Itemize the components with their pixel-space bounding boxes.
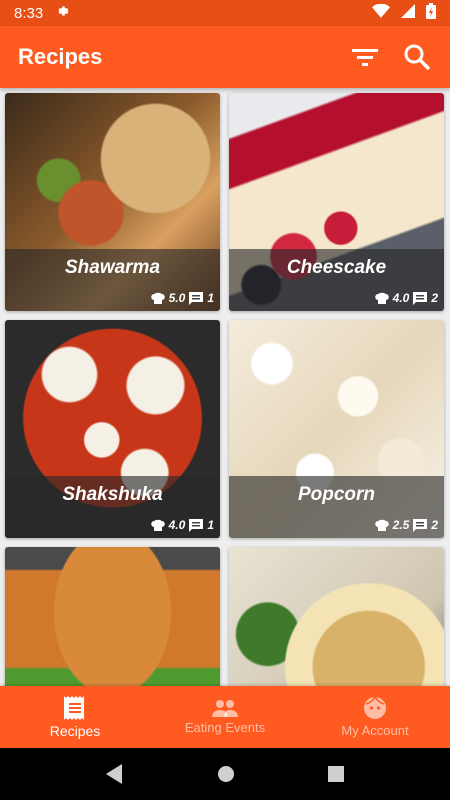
signal-icon xyxy=(400,4,416,22)
chef-hat-icon xyxy=(150,519,165,531)
search-icon xyxy=(404,44,431,71)
recipe-photo xyxy=(5,547,220,686)
home-icon[interactable] xyxy=(217,765,235,783)
chef-hat-icon xyxy=(374,519,389,531)
comment-icon xyxy=(189,291,204,305)
recipe-meta: 2.5 2 xyxy=(374,518,438,532)
page-title: Recipes xyxy=(18,44,103,69)
people-icon xyxy=(212,700,238,717)
status-time: 8:33 xyxy=(14,4,44,22)
nav-eating-events[interactable]: Eating Events xyxy=(150,686,300,748)
recipe-rating: 5.0 xyxy=(168,291,186,305)
settings-gear-icon xyxy=(55,4,69,22)
recipe-rating: 2.5 xyxy=(392,518,410,532)
chef-hat-icon xyxy=(150,292,165,304)
nav-recipes[interactable]: Recipes xyxy=(0,686,150,748)
recipe-rating: 4.0 xyxy=(168,518,186,532)
app-bar: Recipes xyxy=(0,26,450,88)
recipe-name: Popcorn xyxy=(297,484,376,505)
face-icon xyxy=(364,696,386,719)
filter-icon xyxy=(352,49,378,66)
comment-icon xyxy=(413,518,428,532)
receipt-icon xyxy=(64,695,84,720)
recipe-rating: 4.0 xyxy=(392,291,410,305)
recipe-name: Cheescake xyxy=(286,257,387,278)
recipe-comments: 2 xyxy=(431,518,438,532)
nav-label: Eating Events xyxy=(184,720,266,735)
filter-button[interactable] xyxy=(350,42,380,72)
recipe-meta: 4.0 2 xyxy=(374,291,438,305)
system-navigation-bar xyxy=(0,748,450,800)
nav-label: My Account xyxy=(341,723,409,738)
recipe-comments: 1 xyxy=(207,291,214,305)
recipe-meta: 5.0 1 xyxy=(150,291,214,305)
recipe-card-cheescake[interactable]: Cheescake 4.0 2 xyxy=(229,93,444,311)
nav-my-account[interactable]: My Account xyxy=(300,686,450,748)
bottom-navigation: Recipes Eating Events My Account xyxy=(0,686,450,748)
recipe-card-burger[interactable] xyxy=(5,547,220,686)
status-bar: 8:33 xyxy=(0,0,450,26)
recipe-name: Shakshuka xyxy=(62,484,163,505)
wifi-icon xyxy=(372,3,390,22)
recipe-comments: 2 xyxy=(431,291,438,305)
recipe-name: Shawarma xyxy=(64,257,161,278)
recipe-photo xyxy=(229,547,444,686)
recipe-grid: Shawarma 5.0 1 Cheescake 4.0 2 Shakshuka… xyxy=(0,88,450,686)
nav-label: Recipes xyxy=(49,722,101,739)
recipe-card-popcorn[interactable]: Popcorn 2.5 2 xyxy=(229,320,444,538)
recents-icon[interactable] xyxy=(327,766,344,782)
battery-icon xyxy=(426,3,436,23)
recipe-card-hummus[interactable] xyxy=(229,547,444,686)
recipe-card-shakshuka[interactable]: Shakshuka 4.0 1 xyxy=(5,320,220,538)
recipe-meta: 4.0 1 xyxy=(150,518,214,532)
chef-hat-icon xyxy=(374,292,389,304)
comment-icon xyxy=(189,518,204,532)
recipe-comments: 1 xyxy=(207,518,214,532)
recipe-card-shawarma[interactable]: Shawarma 5.0 1 xyxy=(5,93,220,311)
search-button[interactable] xyxy=(402,42,432,72)
comment-icon xyxy=(413,291,428,305)
back-icon[interactable] xyxy=(106,764,124,784)
